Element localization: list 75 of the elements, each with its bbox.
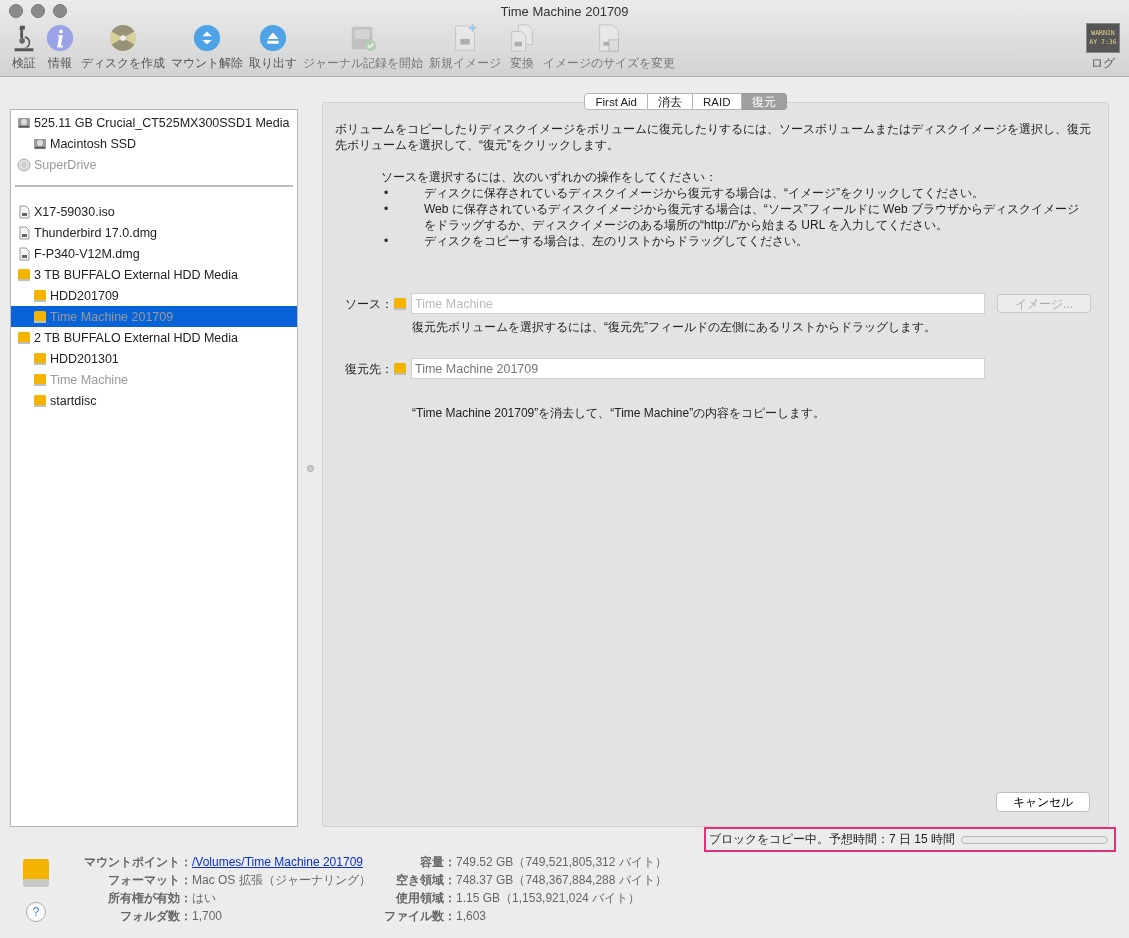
volume-item[interactable]: startdisc [11, 390, 297, 411]
info-icon [45, 23, 75, 53]
toolbar-button[interactable]: ディスクを作成 [78, 23, 168, 72]
radiation-icon [108, 23, 138, 53]
external-drive-icon [33, 351, 47, 366]
external-drive-icon [22, 858, 50, 888]
info-value: 1.15 GB（1,153,921,024 バイト） [456, 891, 641, 905]
bullet: • [383, 233, 390, 249]
volume-item[interactable]: 525.11 GB Crucial_CT525MX300SSD1 Media [11, 112, 297, 133]
external-drive-icon [33, 309, 47, 324]
source-hint: 復元先ボリュームを選択するには、“復元先”フィールドの左側にあるリストからドラッグします。 [412, 319, 937, 335]
info-label: ファイル数： [383, 908, 456, 924]
info-label: フォーマット： [107, 872, 192, 888]
splitter-handle[interactable] [306, 464, 314, 472]
disk-image-icon [17, 225, 31, 240]
volume-item[interactable]: X17-59030.iso [11, 201, 297, 222]
destination-field[interactable]: Time Machine 201709 [411, 358, 985, 379]
tab[interactable]: RAID [693, 93, 742, 110]
external-drive-icon [33, 288, 47, 303]
volume-item[interactable]: 2 TB BUFFALO External HDD Media [11, 327, 297, 348]
disk-image-icon [17, 204, 31, 219]
info-label: フォルダ数： [119, 908, 192, 924]
info-value: はい [192, 891, 216, 905]
external-drive-icon [393, 296, 407, 311]
hard-drive-icon [17, 115, 31, 130]
info-label: 空き領域： [395, 872, 456, 888]
volume-item[interactable]: F-P340-V12M.dmg [11, 243, 297, 264]
step-text: ディスクに保存されているディスクイメージから復元する場合は、“イメージ”をクリックしてください。 [424, 185, 984, 201]
external-drive-icon [17, 267, 31, 282]
window-control[interactable] [53, 4, 67, 18]
bullet: • [383, 201, 390, 218]
info-label: 所有権が有効： [107, 890, 192, 906]
field-label: 復元先： [344, 360, 393, 377]
hard-drive-icon [33, 136, 47, 151]
volume-item[interactable]: 3 TB BUFFALO External HDD Media [11, 264, 297, 285]
disk-image-icon [17, 246, 31, 261]
info-label: マウントポイント： [83, 854, 192, 870]
mount-point-link[interactable]: /Volumes/Time Machine 201709 [192, 855, 363, 869]
info-value: 748.37 GB（748,367,884,288 バイト） [456, 873, 667, 887]
volume-item[interactable]: Thunderbird 17.0.dmg [11, 222, 297, 243]
toolbar-button[interactable]: マウント解除 [168, 23, 246, 72]
tab[interactable]: 消去 [648, 93, 694, 110]
field-label: ソース： [344, 295, 393, 312]
status-text: ブロックをコピー中。予想時間：7 日 15 時間 [709, 831, 956, 848]
bullet: • [383, 185, 390, 201]
toolbar-button[interactable]: 検証 [6, 23, 42, 72]
external-drive-icon [33, 372, 47, 387]
volume-item[interactable]: HDD201709 [11, 285, 297, 306]
volume-item[interactable]: Macintosh SSD [11, 133, 297, 154]
external-drive-icon [33, 393, 47, 408]
intro-text: ボリュームをコピーしたりディスクイメージをボリュームに復元したりするには、ソースボリュームまたはディスクイメージを選択し、復元先ボリュームを選択して、“復元”をクリックします。 [335, 121, 1092, 153]
step-text: ディスクをコピーする場合は、左のリストからドラッグしてください。 [424, 233, 808, 249]
external-drive-icon [17, 330, 31, 345]
info-label: 使用領域： [395, 890, 456, 906]
window-control[interactable] [31, 4, 45, 18]
summary-text: “Time Machine 201709”を消去して、“Time Machine”の内容をコピーします。 [412, 405, 827, 421]
window-control[interactable] [9, 4, 23, 18]
cancel-button[interactable]: キャンセル [996, 792, 1090, 812]
external-drive-icon [393, 361, 407, 376]
disc-icon [17, 157, 31, 172]
help-button[interactable]: ? [26, 902, 46, 922]
eject-icon [258, 23, 288, 53]
info-value: 749.52 GB（749,521,805,312 バイト） [456, 855, 667, 869]
steps-heading: ソースを選択するには、次のいずれかの操作をしてください： [381, 169, 718, 185]
step-text: Web に保存されているディスクイメージから復元する場合は、“ソース”フィールドに Web ブラウザからディスクイメージをドラッグするか、ディスクイメージのある場所の“http://”から始まる URL を入力してください。 [424, 201, 1080, 233]
volume-item[interactable]: HDD201301 [11, 348, 297, 369]
up-down-arrows-icon [192, 23, 222, 53]
info-value: Mac OS 拡張（ジャーナリング） [192, 873, 371, 887]
toolbar-button[interactable]: 情報 [42, 23, 78, 72]
window-title: Time Machine 201709 [500, 3, 629, 19]
toolbar-button[interactable]: 取り出す [246, 23, 300, 72]
info-value: 1,603 [456, 909, 487, 923]
tab[interactable]: First Aid [584, 93, 649, 110]
info-label: 容量： [419, 854, 456, 870]
info-value: 1,700 [192, 909, 223, 923]
